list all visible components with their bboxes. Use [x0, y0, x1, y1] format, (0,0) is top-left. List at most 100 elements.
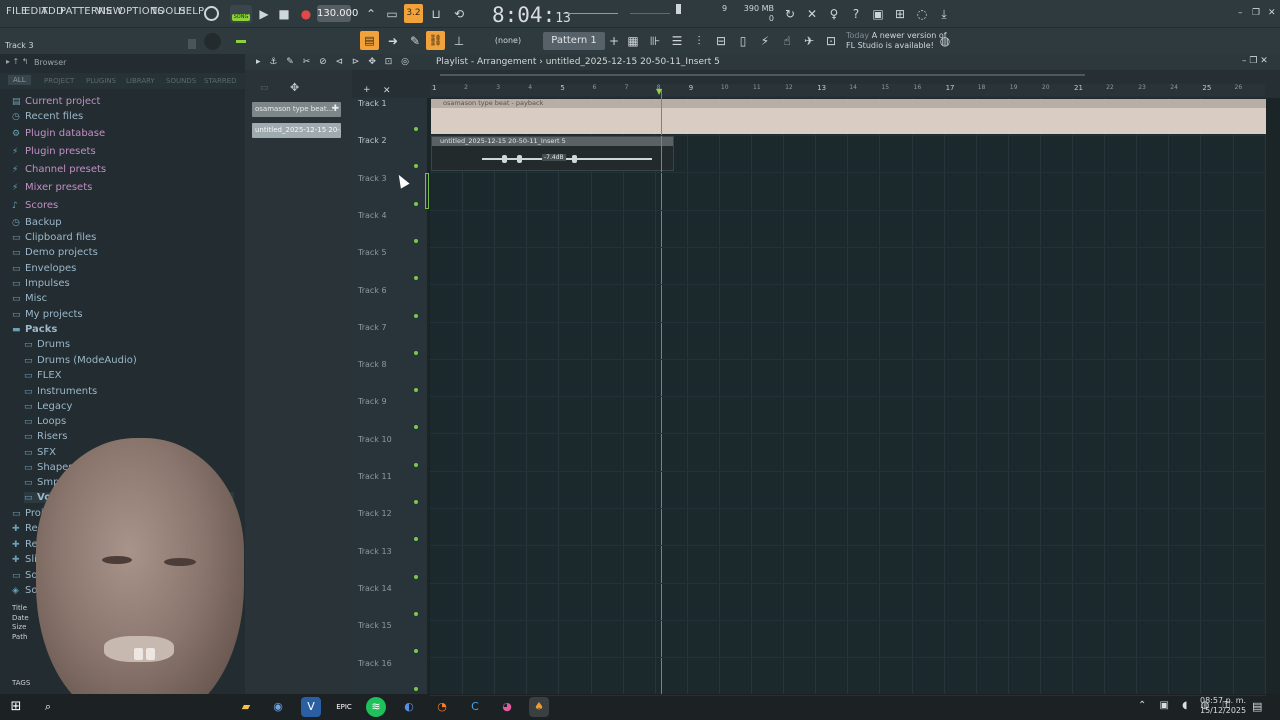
add-track-icon[interactable]: + — [363, 85, 371, 95]
pack-drums[interactable]: ▭ Drums — [24, 339, 70, 350]
track-mute-led-1[interactable] — [414, 127, 418, 131]
master-pitch-slider[interactable] — [630, 13, 670, 14]
track-mute-led-10[interactable] — [414, 462, 418, 467]
chat-icon[interactable]: ◌ — [914, 6, 930, 22]
spotify-icon[interactable]: ≋ — [366, 697, 386, 717]
fl-studio-taskbar-icon[interactable]: ♠ — [529, 697, 549, 717]
track-label-7[interactable]: Track 7 — [358, 323, 387, 332]
browser-item-misc[interactable]: ▭ Misc — [12, 293, 47, 304]
channel-rack-icon[interactable]: ☰ — [669, 33, 685, 49]
plugin-icon[interactable]: ⚡ — [757, 33, 773, 49]
picker-clip-beat[interactable]: osamason type beat... ✚ — [252, 102, 341, 117]
browser-item-clipboard-files[interactable]: ▭ Clipboard files — [12, 232, 96, 243]
browser-item-current-project[interactable]: ▤ Current project — [12, 96, 100, 107]
track-label-12[interactable]: Track 12 — [358, 509, 392, 518]
loop-record-icon[interactable]: ⟲ — [451, 6, 467, 22]
track-label-3[interactable]: Track 3 — [358, 174, 387, 183]
record-icon[interactable]: ● — [298, 6, 314, 22]
browser-item-plugin-presets[interactable]: ⚡ Plugin presets — [12, 146, 96, 157]
browser-item-envelopes[interactable]: ▭ Envelopes — [12, 263, 76, 274]
preset-selector[interactable]: (none) — [478, 32, 538, 50]
audio-clip-beat[interactable]: osamason type beat - payback — [431, 99, 1266, 134]
stamp-icon[interactable]: ⊥ — [451, 33, 467, 49]
file-explorer-icon[interactable]: ▰ — [236, 697, 256, 717]
cart-icon[interactable]: ⊡ — [823, 33, 839, 49]
piano-roll-icon[interactable]: ⊪ — [647, 33, 663, 49]
news-panel[interactable]: Today A newer version of FL Studio is ava… — [846, 31, 947, 51]
tab-sounds[interactable]: SOUNDS — [166, 77, 196, 85]
picker-doc-icon[interactable]: ▭ — [260, 83, 269, 93]
undo-icon[interactable]: ↻ — [782, 6, 798, 22]
tab-starred[interactable]: STARRED — [204, 77, 237, 85]
track-label-8[interactable]: Track 8 — [358, 360, 387, 369]
browser-item-packs[interactable]: ▬ Packs — [12, 324, 57, 335]
save-icon[interactable]: ▣ — [870, 6, 886, 22]
track-label-2[interactable]: Track 2 — [358, 136, 387, 145]
pack-instruments[interactable]: ▭ Instruments — [24, 386, 97, 397]
picker-move-icon[interactable]: ✥ — [290, 81, 299, 94]
maximize-icon[interactable]: ❐ — [1252, 8, 1260, 18]
pack-sfx[interactable]: ▭ SFX — [24, 447, 56, 458]
app-icon[interactable]: ◐ — [399, 697, 419, 717]
browser-item-proj[interactable]: ▭ Proj — [12, 508, 44, 519]
track-label-14[interactable]: Track 14 — [358, 584, 392, 593]
pencil-icon[interactable]: ✎ — [407, 33, 423, 49]
mixer-icon[interactable]: ⫶ — [691, 33, 707, 49]
browser-item-recent-files[interactable]: ◷ Recent files — [12, 111, 83, 122]
track-label-4[interactable]: Track 4 — [358, 211, 387, 220]
track-mute-led-6[interactable] — [414, 313, 418, 318]
audio-clip-recording[interactable]: untitled_2025-12-15 20-50-11_Insert 5 -7… — [431, 136, 674, 171]
playlist-tools-icons[interactable]: ▸ ⚓ ✎ ✂ ⊘ ⊲ ⊳ ✥ ⊡ ◎ — [256, 57, 412, 67]
tab-plugins[interactable]: PLUGINS — [86, 77, 116, 85]
microphone-icon[interactable]: ♀ — [826, 6, 842, 22]
track-label-5[interactable]: Track 5 — [358, 248, 387, 257]
touch-icon[interactable]: ☝ — [779, 33, 795, 49]
search-icon[interactable]: ⌕ — [38, 697, 58, 717]
help-icon[interactable]: ? — [848, 6, 864, 22]
add-pattern-icon[interactable]: + — [606, 33, 622, 49]
download-icon[interactable]: ⤓ — [936, 6, 952, 22]
link-icon[interactable]: ⛓ — [426, 31, 445, 50]
tools-icon[interactable]: ✕ — [804, 6, 820, 22]
tempo-tap-icon[interactable]: ✈ — [801, 33, 817, 49]
pattern-selector[interactable]: Pattern 1 — [543, 32, 605, 50]
arrow-right-icon[interactable]: ➜ — [385, 33, 401, 49]
playlist-window-controls[interactable]: – ❐ ✕ — [1242, 56, 1268, 66]
chrome-icon[interactable]: ◕ — [497, 697, 517, 717]
tab-all[interactable]: ALL — [8, 75, 31, 85]
c-app-icon[interactable]: C — [465, 697, 485, 717]
tempo-display[interactable]: 130.000 — [317, 5, 358, 22]
step-edit-icon[interactable]: ⊔ — [428, 6, 444, 22]
tab-library[interactable]: LIBRARY — [126, 77, 155, 85]
track-label-16[interactable]: Track 16 — [358, 659, 392, 668]
pack-flex[interactable]: ▭ FLEX — [24, 370, 62, 381]
horizontal-scrollbar[interactable] — [440, 74, 1085, 76]
pack-loops[interactable]: ▭ Loops — [24, 416, 66, 427]
browser-item-mixer-presets[interactable]: ⚡ Mixer presets — [12, 182, 92, 193]
remove-track-icon[interactable]: ✕ — [383, 86, 391, 96]
stop-icon[interactable]: ■ — [276, 6, 292, 22]
browser-item-backup[interactable]: ◷ Backup — [12, 217, 62, 228]
track-mute-led-7[interactable] — [414, 350, 418, 355]
track-label-13[interactable]: Track 13 — [358, 547, 392, 556]
pack-risers[interactable]: ▭ Risers — [24, 431, 67, 442]
tab-project[interactable]: PROJECT — [44, 77, 74, 85]
track-label-10[interactable]: Track 10 — [358, 435, 392, 444]
firefox-icon[interactable]: ◔ — [432, 697, 452, 717]
windows-start-icon[interactable]: ⊞ — [6, 697, 26, 717]
steam-icon[interactable]: ◉ — [268, 697, 288, 717]
pat-song-toggle[interactable]: SONG — [230, 5, 252, 23]
render-icon[interactable]: ⊞ — [892, 6, 908, 22]
browser-item-impulses[interactable]: ▭ Impulses — [12, 278, 70, 289]
track-mute-led-16[interactable] — [414, 686, 418, 691]
browser-item-demo-projects[interactable]: ▭ Demo projects — [12, 247, 98, 258]
browser-item-scores[interactable]: ♪ Scores — [12, 200, 58, 211]
playlist-view-icon[interactable]: ▤ — [360, 31, 379, 50]
visual-studio-icon[interactable]: V — [301, 697, 321, 717]
playlist-icon[interactable]: ▦ — [625, 33, 641, 49]
epic-games-icon[interactable]: EPIC — [334, 697, 354, 717]
minimize-icon[interactable]: – — [1238, 8, 1243, 18]
track-label-15[interactable]: Track 15 — [358, 621, 392, 630]
menu-help[interactable]: HELP — [178, 6, 204, 17]
track-mute-led-13[interactable] — [414, 574, 418, 579]
